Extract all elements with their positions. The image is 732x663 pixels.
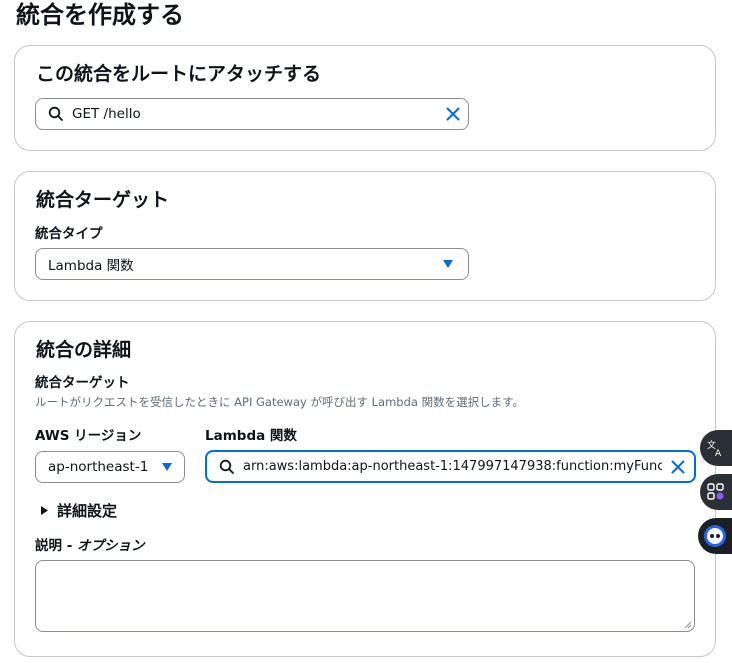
caret-down-icon xyxy=(150,462,184,472)
clear-icon[interactable] xyxy=(438,107,468,121)
translate-button[interactable]: 文A xyxy=(700,430,732,466)
description-textarea[interactable] xyxy=(35,560,695,632)
search-icon xyxy=(46,106,66,122)
description-label: 説明 - オプション xyxy=(35,537,145,555)
integration-details-panel: 統合の詳細 統合ターゲット ルートがリクエストを受信したときに API Gate… xyxy=(14,321,716,657)
svg-text:A: A xyxy=(715,449,722,458)
lambda-function-input[interactable]: arn:aws:lambda:ap-northeast-1:1479971479… xyxy=(205,450,696,483)
description-label-optional: オプション xyxy=(77,538,145,554)
integration-target-label: 統合ターゲット xyxy=(35,375,130,391)
aws-region-label: AWS リージョン xyxy=(35,428,142,444)
integration-details-title: 統合の詳細 xyxy=(36,339,132,361)
route-search-input[interactable]: GET /hello xyxy=(35,98,469,130)
lambda-function-value: arn:aws:lambda:ap-northeast-1:1479971479… xyxy=(243,459,662,474)
clear-icon[interactable] xyxy=(662,460,694,474)
advanced-settings-toggle[interactable]: 詳細設定 xyxy=(37,500,117,521)
description-label-text: 説明 - xyxy=(35,538,78,554)
integration-type-value: Lambda 関数 xyxy=(48,258,134,274)
integration-type-select[interactable]: Lambda 関数 xyxy=(35,248,469,280)
caret-right-icon xyxy=(37,505,51,516)
page-title: 統合を作成する xyxy=(16,1,184,29)
assistant-button[interactable] xyxy=(698,518,732,554)
aws-region-value: ap-northeast-1 xyxy=(48,459,149,475)
attach-route-panel: この統合をルートにアタッチする GET /hello xyxy=(14,45,716,151)
advanced-settings-label: 詳細設定 xyxy=(57,502,118,520)
integration-target-title: 統合ターゲット xyxy=(36,189,170,211)
route-search-value: GET /hello xyxy=(72,106,141,122)
assistant-icon xyxy=(702,523,728,549)
apps-icon xyxy=(706,482,726,502)
caret-down-icon xyxy=(428,259,468,269)
apps-button[interactable] xyxy=(700,474,732,510)
aws-region-select[interactable]: ap-northeast-1 xyxy=(35,451,185,483)
integration-target-panel: 統合ターゲット 統合タイプ Lambda 関数 xyxy=(14,171,716,301)
search-icon xyxy=(217,459,237,475)
integration-type-label: 統合タイプ xyxy=(35,226,103,242)
integration-target-description: ルートがリクエストを受信したときに API Gateway が呼び出す Lamb… xyxy=(35,395,524,409)
resize-handle-icon[interactable] xyxy=(684,621,692,629)
translate-icon: 文A xyxy=(706,438,726,458)
attach-route-title: この統合をルートにアタッチする xyxy=(36,63,322,85)
lambda-function-label: Lambda 関数 xyxy=(205,428,297,444)
